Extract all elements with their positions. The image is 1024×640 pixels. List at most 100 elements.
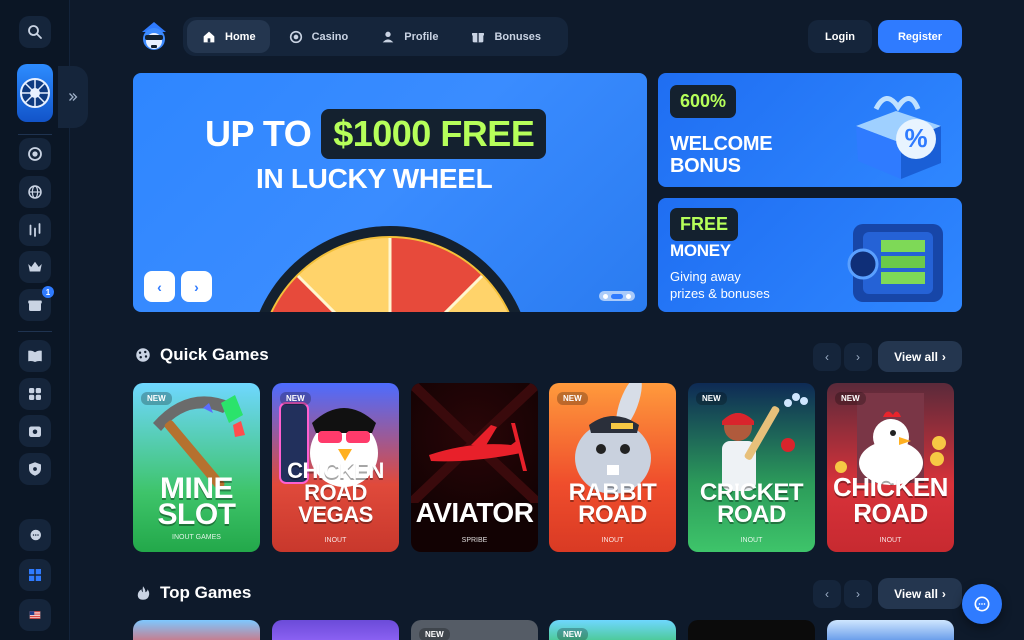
hero-next-button[interactable]: › bbox=[181, 271, 212, 302]
chevron-right-icon: › bbox=[941, 586, 946, 601]
new-badge: NEW bbox=[280, 392, 311, 405]
game-title-line2: ROAD bbox=[717, 501, 786, 528]
top-game-card[interactable]: NEW bbox=[411, 620, 538, 640]
nav-profile[interactable]: Profile bbox=[366, 20, 452, 53]
new-badge: NEW bbox=[419, 628, 450, 640]
quick-games-view-all[interactable]: View all › bbox=[878, 341, 962, 372]
hero-prefix: UP TO bbox=[205, 113, 312, 154]
windows-app-button[interactable] bbox=[19, 559, 51, 591]
live-chat-button[interactable] bbox=[962, 584, 1002, 624]
game-title: CHICKEN ROAD bbox=[827, 474, 954, 526]
hero-banner[interactable]: UP TO $1000 FREE IN LUCKY WHEEL ‹ › bbox=[133, 73, 647, 312]
brand-logo[interactable] bbox=[136, 18, 172, 54]
dice-icon bbox=[136, 348, 150, 362]
promo-title: MONEY bbox=[670, 241, 731, 260]
new-badge: NEW bbox=[835, 392, 866, 405]
game-provider: INOUT bbox=[740, 537, 763, 544]
vip-button[interactable] bbox=[19, 251, 51, 283]
security-button[interactable] bbox=[19, 453, 51, 485]
gift-icon bbox=[28, 300, 42, 311]
nav-casino-label: Casino bbox=[311, 30, 349, 43]
chevron-right-icon: › bbox=[194, 278, 199, 295]
login-button[interactable]: Login bbox=[808, 20, 872, 53]
nav-bonuses[interactable]: Bonuses bbox=[456, 20, 554, 53]
game-title-line2: ROAD bbox=[853, 498, 928, 528]
lucky-wheel-shortcut[interactable] bbox=[17, 64, 53, 122]
game-card-cricket-road[interactable]: NEW CRICKET ROAD INOUT bbox=[688, 383, 815, 552]
welcome-bonus-card[interactable]: 600% WELCOME BONUS % bbox=[658, 73, 962, 187]
game-title-line1: CHICKEN bbox=[833, 472, 948, 502]
quick-games-next[interactable]: › bbox=[844, 343, 872, 371]
book-icon bbox=[28, 350, 42, 362]
free-money-card[interactable]: FREE MONEY Giving away prizes & bonuses bbox=[658, 198, 962, 312]
chevron-left-icon: ‹ bbox=[157, 278, 162, 295]
top-game-card[interactable]: NEW bbox=[549, 620, 676, 640]
quick-games-prev[interactable]: ‹ bbox=[813, 343, 841, 371]
rewards-button[interactable]: 1 bbox=[19, 286, 54, 321]
plane-art bbox=[411, 383, 538, 503]
windows-icon bbox=[29, 569, 41, 581]
nav-casino[interactable]: Casino bbox=[274, 20, 363, 53]
game-card-mine-slot[interactable]: NEW MINE SLOT INOUT GAMES bbox=[133, 383, 260, 552]
us-flag-icon bbox=[29, 611, 41, 619]
game-title-line2: ROAD bbox=[578, 501, 647, 528]
carousel-dots[interactable] bbox=[599, 291, 635, 301]
top-games-next[interactable]: › bbox=[844, 580, 872, 608]
globe-icon bbox=[28, 185, 42, 199]
game-title-line2: ROAD VEGAS bbox=[298, 480, 373, 527]
svg-text:%: % bbox=[904, 123, 927, 153]
globe-button[interactable] bbox=[19, 176, 51, 208]
gift-box-art: % bbox=[856, 96, 941, 179]
game-provider: INOUT bbox=[601, 537, 624, 544]
expand-sidebar-button[interactable] bbox=[58, 66, 88, 128]
support-button[interactable] bbox=[19, 519, 51, 551]
chevron-right-icon: › bbox=[856, 350, 860, 364]
chip-icon bbox=[28, 147, 42, 161]
cashier-button[interactable] bbox=[19, 415, 51, 447]
top-game-card[interactable] bbox=[688, 620, 815, 640]
quick-games-heading: Quick Games bbox=[134, 345, 269, 365]
hero-subline: IN LUCKY WHEEL bbox=[256, 163, 493, 194]
mascot-logo-icon bbox=[142, 22, 166, 50]
games-button[interactable] bbox=[19, 378, 51, 410]
game-card-chicken-road-vegas[interactable]: NEW CHICKEN ROAD VEGAS INOUT bbox=[272, 383, 399, 552]
chevron-right-icon: › bbox=[856, 587, 860, 601]
view-all-label: View all bbox=[894, 586, 938, 601]
game-card-rabbit-road[interactable]: NEW RABBIT ROAD INOUT bbox=[549, 383, 676, 552]
new-badge: NEW bbox=[696, 392, 727, 405]
top-game-card[interactable] bbox=[272, 620, 399, 640]
nav-profile-label: Profile bbox=[404, 30, 439, 43]
language-button[interactable] bbox=[19, 599, 51, 631]
home-icon bbox=[203, 31, 215, 42]
game-provider: INOUT bbox=[879, 537, 902, 544]
casino-chip-button[interactable] bbox=[19, 138, 51, 170]
stats-button[interactable] bbox=[19, 214, 51, 246]
top-game-card[interactable] bbox=[827, 620, 954, 640]
search-button[interactable] bbox=[19, 16, 51, 48]
notification-badge: 1 bbox=[42, 286, 54, 298]
nav-home[interactable]: Home bbox=[187, 20, 270, 53]
user-icon bbox=[382, 31, 394, 42]
main-nav: Home Casino Profile Bonuses bbox=[183, 17, 568, 56]
search-icon bbox=[28, 25, 42, 39]
rules-button[interactable] bbox=[19, 340, 51, 372]
view-all-label: View all bbox=[894, 349, 938, 364]
promo-title: WELCOME BONUS bbox=[670, 133, 773, 177]
game-card-aviator[interactable]: AVIATOR SPRIBE bbox=[411, 383, 538, 552]
register-button[interactable]: Register bbox=[878, 20, 962, 53]
wheel-icon bbox=[20, 78, 50, 108]
game-card-chicken-road[interactable]: NEW CHICKEN ROAD INOUT bbox=[827, 383, 954, 552]
top-game-card[interactable] bbox=[133, 620, 260, 640]
hero-prev-button[interactable]: ‹ bbox=[144, 271, 175, 302]
promo-sub-line1: Giving away bbox=[670, 269, 741, 284]
top-games-prev[interactable]: ‹ bbox=[813, 580, 841, 608]
game-title: CRICKET ROAD bbox=[688, 481, 815, 528]
chart-candles-icon bbox=[29, 223, 41, 237]
top-games-view-all[interactable]: View all › bbox=[878, 578, 962, 609]
chevron-left-icon: ‹ bbox=[825, 350, 829, 364]
chat-icon bbox=[974, 596, 990, 612]
game-provider: INOUT GAMES bbox=[172, 534, 221, 541]
game-title: MINE SLOT bbox=[133, 474, 260, 530]
promo-title-line1: WELCOME bbox=[670, 133, 773, 155]
chat-bubbles-icon bbox=[30, 529, 41, 541]
